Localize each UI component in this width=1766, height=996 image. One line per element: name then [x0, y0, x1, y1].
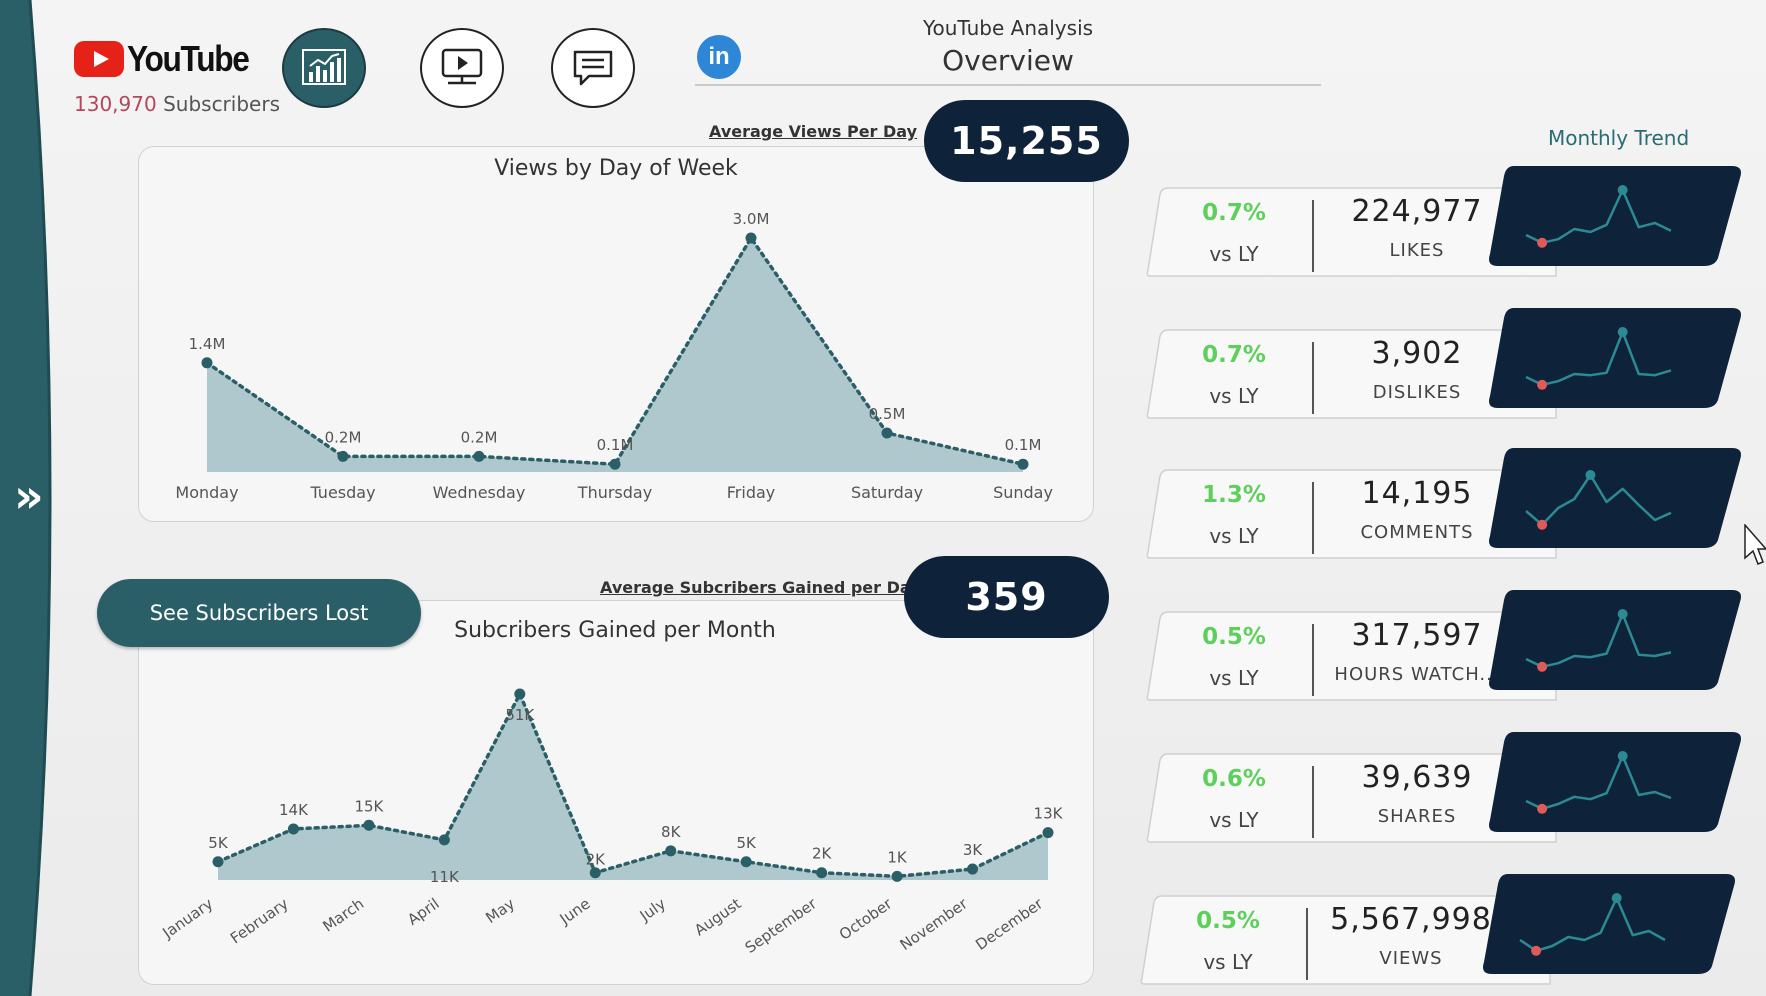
kpi-card[interactable]: 1.3% vs LY 14,195 COMMENTS	[1146, 448, 1741, 560]
kpi-name: DISLIKES	[1372, 382, 1462, 403]
views-chart-title: Views by Day of Week	[494, 156, 738, 181]
kpi-vs-ly: vs LY	[1209, 666, 1259, 690]
sparkline-min-point	[1531, 945, 1542, 956]
sparkline-min-point	[1537, 379, 1548, 390]
sparkline-max-point	[1585, 470, 1596, 480]
kpi-vs-ly: vs LY	[1209, 242, 1259, 266]
kpi-name: VIEWS	[1379, 948, 1443, 969]
kpi-card[interactable]: 0.6% vs LY 39,639 SHARES	[1146, 732, 1741, 844]
sparkline-max-point	[1617, 609, 1628, 619]
subs-chart-panel	[138, 600, 1094, 985]
page-title: Overview	[942, 44, 1074, 77]
kpi-divider	[1312, 482, 1314, 554]
sparkline-min-point	[1537, 519, 1548, 530]
nav-video-button[interactable]	[420, 28, 504, 108]
sparkline-min-point	[1537, 803, 1548, 814]
kpi-name: COMMENTS	[1360, 522, 1474, 543]
kpi-value: 317,597	[1351, 618, 1483, 653]
views-chart-panel	[138, 146, 1094, 522]
kpi-card[interactable]: 0.7% vs LY 3,902 DISLIKES	[1146, 308, 1741, 420]
kpi-divider	[1312, 624, 1314, 696]
sparkline-max-point	[1611, 893, 1622, 903]
subs-chart-title: Subcribers Gained per Month	[454, 618, 776, 643]
avg-subs-label: Average Subcribers Gained per Day	[600, 578, 921, 597]
double-chevron-right-icon[interactable]: »	[14, 470, 66, 522]
nav-comments-button[interactable]	[551, 28, 635, 108]
report-title: YouTube Analysis	[922, 16, 1094, 40]
see-subscribers-lost-button[interactable]: See Subscribers Lost	[97, 579, 421, 647]
kpi-vs-ly: vs LY	[1203, 950, 1253, 974]
kpi-sparkline[interactable]	[1486, 306, 1742, 410]
kpi-value: 14,195	[1361, 476, 1473, 511]
page-title-block: YouTube Analysis Overview	[695, 16, 1321, 77]
sparkline-max-point	[1617, 185, 1628, 195]
monthly-trend-title: Monthly Trend	[1548, 126, 1690, 150]
bar-line-chart-icon	[302, 49, 346, 85]
kpi-name: SHARES	[1377, 806, 1457, 827]
avg-views-label: Average Views Per Day	[709, 122, 918, 141]
comment-icon	[573, 50, 613, 86]
kpi-divider	[1312, 200, 1314, 272]
left-rail: »	[0, 0, 80, 996]
kpi-name: LIKES	[1389, 240, 1445, 261]
youtube-logo: YouTube	[74, 38, 265, 80]
youtube-play-icon	[74, 41, 124, 77]
kpi-value: 3,902	[1371, 336, 1463, 371]
kpi-card[interactable]: 0.7% vs LY 224,977 LIKES	[1146, 166, 1741, 278]
kpi-sparkline[interactable]	[1486, 164, 1742, 268]
kpi-value: 5,567,998	[1330, 902, 1492, 937]
subscriber-number: 130,970	[74, 92, 157, 116]
kpi-change-pct: 0.6%	[1202, 766, 1266, 792]
kpi-divider	[1306, 908, 1308, 980]
kpi-value: 39,639	[1361, 760, 1473, 795]
kpi-change-pct: 0.7%	[1202, 200, 1266, 226]
kpi-value: 224,977	[1351, 194, 1483, 229]
kpi-card[interactable]: 0.5% vs LY 317,597 HOURS WATCH...	[1146, 590, 1741, 702]
kpi-card[interactable]: 0.5% vs LY 5,567,998 VIEWS	[1140, 874, 1735, 986]
subscriber-label: Subscribers	[163, 92, 280, 116]
sparkline-max-point	[1617, 751, 1628, 761]
kpi-name: HOURS WATCH...	[1334, 664, 1500, 685]
kpi-change-pct: 0.5%	[1202, 624, 1266, 650]
kpi-sparkline[interactable]	[1486, 730, 1742, 834]
avg-subs-value: 359	[904, 556, 1109, 638]
kpi-change-pct: 1.3%	[1202, 482, 1266, 508]
kpi-change-pct: 0.7%	[1202, 342, 1266, 368]
sparkline-min-point	[1537, 237, 1548, 248]
mouse-cursor-icon	[1744, 524, 1766, 565]
video-play-icon	[441, 48, 483, 85]
kpi-vs-ly: vs LY	[1209, 384, 1259, 408]
kpi-divider	[1312, 342, 1314, 414]
sparkline-min-point	[1537, 661, 1548, 672]
subscriber-count: 130,970 Subscribers	[74, 92, 280, 116]
dashboard-canvas: » YouTube 130,970 Subscribers in YouTube…	[0, 0, 1766, 996]
kpi-vs-ly: vs LY	[1209, 808, 1259, 832]
kpi-change-pct: 0.5%	[1196, 908, 1260, 934]
kpi-sparkline[interactable]	[1486, 446, 1742, 550]
sparkline-max-point	[1617, 327, 1628, 337]
title-divider	[695, 84, 1321, 86]
kpi-divider	[1312, 766, 1314, 838]
nav-overview-button[interactable]	[282, 28, 366, 108]
brand-name: YouTube	[127, 38, 250, 79]
kpi-vs-ly: vs LY	[1209, 524, 1259, 548]
kpi-sparkline[interactable]	[1486, 588, 1742, 692]
kpi-sparkline[interactable]	[1480, 872, 1736, 976]
